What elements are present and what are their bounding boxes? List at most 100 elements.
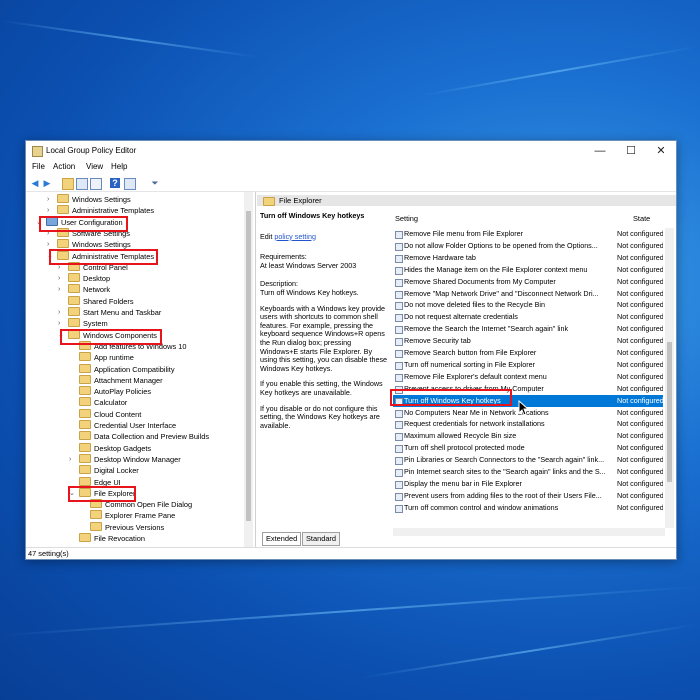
- menu-action[interactable]: Action: [53, 162, 75, 171]
- tree-item[interactable]: Application Compatibility: [79, 363, 175, 375]
- list-hscrollbar[interactable]: [393, 528, 665, 536]
- setting-state: Not configured: [617, 300, 663, 310]
- tree-item[interactable]: › Administrative Templates: [47, 205, 154, 216]
- chevron-right-icon[interactable]: ›: [58, 273, 60, 284]
- setting-row[interactable]: Display the menu bar in File Explorer Not…: [393, 478, 663, 490]
- tree-item-label: Shared Folders: [83, 296, 134, 306]
- setting-name: Do not move deleted files to the Recycle…: [404, 300, 546, 310]
- tree-item[interactable]: Explorer Frame Pane: [90, 510, 175, 521]
- policy-setting-icon: [395, 457, 403, 466]
- tree-item[interactable]: Attachment Manager: [79, 374, 163, 386]
- setting-row[interactable]: Pin Libraries or Search Connectors to th…: [393, 454, 663, 466]
- setting-state: Not configured: [617, 264, 663, 274]
- folder-icon: [79, 453, 91, 463]
- up-folder-icon[interactable]: [62, 178, 74, 190]
- back-arrow-icon[interactable]: ◀: [30, 178, 40, 188]
- chevron-right-icon[interactable]: ›: [58, 284, 60, 295]
- setting-row[interactable]: Pin Internet search sites to the "Search…: [393, 466, 663, 478]
- tree-item-label: Calculator: [94, 398, 128, 408]
- setting-state: Not configured: [617, 336, 663, 346]
- setting-row[interactable]: Do not request alternate credentials Not …: [393, 311, 663, 323]
- setting-row[interactable]: Turn off shell protocol protected mode No…: [393, 442, 663, 454]
- tab-extended[interactable]: Extended: [262, 532, 302, 546]
- tree-item[interactable]: Previous Versions: [90, 521, 164, 533]
- properties-icon[interactable]: [124, 178, 136, 190]
- tree-item[interactable]: Data Collection and Preview Builds: [79, 431, 209, 442]
- policy-setting-icon: [395, 290, 403, 299]
- setting-row[interactable]: Hides the Manage item on the File Explor…: [393, 264, 663, 276]
- setting-row[interactable]: Remove Security tab Not configured: [393, 335, 663, 347]
- tree-item[interactable]: › Network: [58, 284, 110, 295]
- tree-item[interactable]: App runtime: [79, 352, 134, 363]
- setting-row[interactable]: Remove Shared Documents from My Computer…: [393, 276, 663, 288]
- setting-row[interactable]: Do not move deleted files to the Recycle…: [393, 299, 663, 311]
- tree-item[interactable]: Cloud Content: [79, 408, 141, 420]
- list-scroll-thumb[interactable]: [667, 342, 672, 482]
- policy-setting-icon: [395, 433, 403, 442]
- setting-row[interactable]: Remove Hardware tab Not configured: [393, 252, 663, 264]
- tree-item[interactable]: AutoPlay Policies: [79, 386, 151, 397]
- chevron-right-icon[interactable]: ›: [58, 318, 60, 329]
- setting-row[interactable]: Turn off common control and window anima…: [393, 502, 663, 514]
- setting-row[interactable]: Prevent users from adding files to the r…: [393, 490, 663, 502]
- tree-item[interactable]: File Revocation: [79, 533, 145, 544]
- setting-row[interactable]: Remove Search button from File Explorer N…: [393, 347, 663, 359]
- setting-row[interactable]: Turn off numerical sorting in File Explo…: [393, 359, 663, 371]
- setting-state: Not configured: [617, 431, 663, 441]
- tree-scroll-thumb[interactable]: [246, 211, 251, 521]
- setting-state: Not configured: [617, 490, 663, 500]
- setting-row[interactable]: Maximum allowed Recycle Bin size Not conf…: [393, 430, 663, 442]
- column-header-setting[interactable]: Setting: [395, 214, 418, 225]
- chevron-right-icon[interactable]: ›: [58, 307, 60, 318]
- tree-item[interactable]: › Start Menu and Taskbar: [58, 307, 161, 318]
- chevron-right-icon[interactable]: ›: [47, 205, 49, 216]
- export-list-icon[interactable]: [90, 178, 102, 190]
- setting-name: Do not allow Folder Options to be opened…: [404, 240, 598, 250]
- tree-item[interactable]: › Windows Settings: [47, 194, 131, 205]
- tree-item[interactable]: Desktop Gadgets: [79, 442, 151, 454]
- setting-state: Not configured: [617, 478, 663, 488]
- filter-icon[interactable]: ⏷: [150, 178, 160, 188]
- setting-state: Not configured: [617, 252, 663, 262]
- tree-item[interactable]: › System: [58, 318, 108, 329]
- setting-row[interactable]: Remove File Explorer's default context m…: [393, 371, 663, 383]
- tree-item[interactable]: Credential User Interface: [79, 420, 176, 431]
- setting-name: Display the menu bar in File Explorer: [404, 478, 522, 488]
- menu-view[interactable]: View: [86, 162, 103, 171]
- tree-item[interactable]: Shared Folders: [68, 295, 134, 307]
- desktop-light-streak: [421, 45, 699, 97]
- tree-item[interactable]: Calculator: [79, 397, 127, 408]
- close-button[interactable]: ✕: [647, 141, 675, 161]
- setting-name: Remove File Explorer's default context m…: [404, 371, 547, 381]
- setting-row[interactable]: Remove File menu from File Explorer Not c…: [393, 228, 663, 240]
- tree-item[interactable]: › Desktop: [58, 273, 110, 284]
- setting-row[interactable]: Request credentials for network installa…: [393, 418, 663, 430]
- setting-row[interactable]: Remove "Map Network Drive" and "Disconne…: [393, 288, 663, 300]
- column-header-state[interactable]: State: [633, 214, 650, 225]
- help-icon[interactable]: ?: [110, 178, 120, 188]
- policy-setting-icon: [395, 350, 403, 358]
- setting-row[interactable]: Do not allow Folder Options to be opened…: [393, 240, 663, 252]
- window-title: Local Group Policy Editor: [46, 146, 137, 155]
- setting-name: Do not request alternate credentials: [404, 312, 518, 322]
- folder-icon: [79, 442, 91, 452]
- tab-standard[interactable]: Standard: [302, 532, 340, 546]
- chevron-right-icon[interactable]: ›: [47, 194, 49, 205]
- edit-policy-link[interactable]: policy setting: [274, 232, 316, 241]
- chevron-right-icon[interactable]: ›: [69, 454, 71, 465]
- show-hide-tree-icon[interactable]: [76, 178, 88, 190]
- tree-item-label: App runtime: [94, 353, 134, 363]
- tree-item[interactable]: Digital Locker: [79, 465, 139, 476]
- setting-row[interactable]: Remove the Search the Internet "Search a…: [393, 323, 663, 335]
- policy-title: Turn off Windows Key hotkeys: [260, 211, 365, 220]
- minimize-button[interactable]: —: [586, 141, 614, 161]
- maximize-button[interactable]: ☐: [617, 141, 645, 161]
- folder-icon: [90, 510, 102, 520]
- menu-help[interactable]: Help: [111, 162, 127, 171]
- tree-item-label: Credential User Interface: [94, 421, 177, 430]
- folder-icon: [68, 318, 80, 328]
- forward-arrow-icon[interactable]: ▶: [42, 178, 52, 188]
- description-body-3: If you disable or do not configure this …: [260, 403, 380, 430]
- tree-item[interactable]: › Desktop Window Manager: [69, 453, 181, 465]
- menu-file[interactable]: File: [32, 162, 45, 171]
